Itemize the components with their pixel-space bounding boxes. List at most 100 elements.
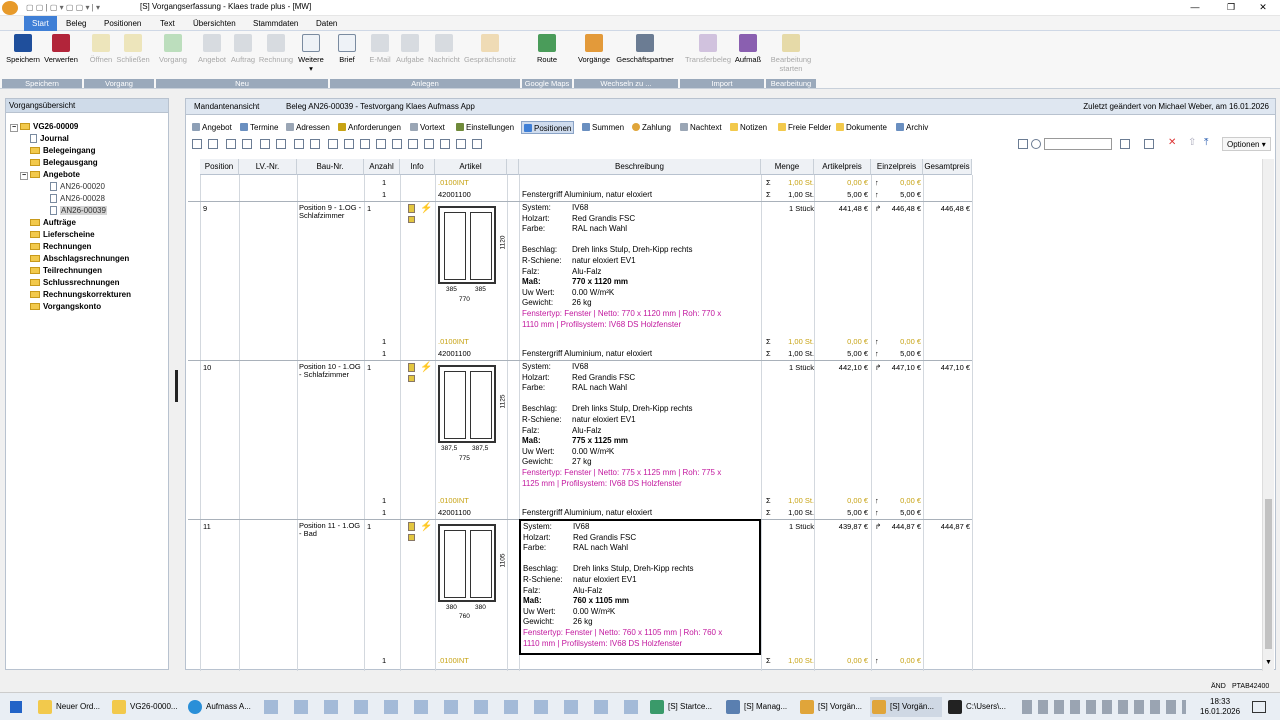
new-angebot-button[interactable]: Angebot: [196, 34, 228, 64]
arrow-up-icon[interactable]: ⇧: [1188, 137, 1196, 148]
info-icon[interactable]: [408, 363, 415, 372]
taskbar-item-vg[interactable]: VG26-0000...: [110, 697, 182, 717]
pos-bau[interactable]: Position 10 - 1.OG - Schlafzimmer: [299, 363, 363, 379]
pos-description[interactable]: System: IV68 Holzart: Red Grandis FSC Farb…: [522, 362, 760, 489]
pos-number[interactable]: 11: [203, 522, 211, 531]
subtab-positionen[interactable]: Positionen: [521, 121, 575, 134]
bearbeitung-starten-button[interactable]: Bearbeitung starten: [768, 34, 814, 73]
tree-item-an26-00028[interactable]: AN26-00028: [50, 193, 105, 205]
taskbar-item-vorgang-2[interactable]: [S] Vorgän...: [870, 697, 942, 717]
new-brief-button[interactable]: Brief: [334, 34, 360, 64]
pos-bau[interactable]: Position 11 - 1.OG - Bad: [299, 522, 363, 538]
col-anzahl[interactable]: Anzahl: [364, 159, 400, 175]
collapse-icon[interactable]: −: [20, 172, 28, 180]
document-icon[interactable]: [1120, 139, 1130, 149]
tab-stammdaten[interactable]: Stammdaten: [245, 16, 306, 31]
tab-uebersichten[interactable]: Übersichten: [185, 16, 244, 31]
pin-icon[interactable]: ⤒: [1204, 137, 1208, 148]
discard-button[interactable]: Verwerfen: [42, 34, 80, 64]
col-lv-nr[interactable]: LV.-Nr.: [239, 159, 297, 175]
subtab-summen[interactable]: Summen: [580, 121, 626, 134]
close-vorgang-button[interactable]: Schließen: [116, 34, 150, 64]
col-artikel[interactable]: Artikel: [435, 159, 507, 175]
tool-icon-6[interactable]: [276, 139, 286, 149]
tree-item-rechnungen[interactable]: Rechnungen: [30, 241, 91, 253]
tool-icon-3[interactable]: [226, 139, 236, 149]
subtab-adressen[interactable]: Adressen: [284, 121, 332, 134]
options-button[interactable]: Optionen ▾: [1222, 137, 1271, 151]
new-aufgabe-button[interactable]: Aufgabe: [394, 34, 426, 64]
tool-icon-7[interactable]: [294, 139, 304, 149]
col-bau-nr[interactable]: Bau-Nr.: [297, 159, 364, 175]
lightning-icon[interactable]: ⚡: [420, 203, 432, 214]
panel-splitter[interactable]: [175, 370, 178, 402]
vertical-scrollbar[interactable]: ▼: [1262, 159, 1274, 671]
new-gespraechsnotiz-button[interactable]: Gesprächsnotiz: [462, 34, 518, 64]
tree-item-angebote[interactable]: − Angebote: [20, 169, 80, 181]
subtab-freie-felder[interactable]: Freie Felder: [776, 121, 833, 134]
tool-icon-10[interactable]: [344, 139, 354, 149]
tool-icon-9[interactable]: [328, 139, 338, 149]
new-auftrag-button[interactable]: Auftrag: [228, 34, 258, 64]
save-button[interactable]: Speichern: [5, 34, 41, 64]
tree-item-abschlagsrechnungen[interactable]: Abschlagsrechnungen: [30, 253, 129, 265]
col-beschreibung[interactable]: Beschreibung: [519, 159, 761, 175]
pinned-apps[interactable]: [264, 700, 644, 714]
taskbar-item-aufmass[interactable]: Aufmass A...: [186, 697, 258, 717]
taskbar-item-explorer[interactable]: Neuer Ord...: [36, 697, 108, 717]
tab-positionen[interactable]: Positionen: [96, 16, 149, 31]
geschaeftspartner-button[interactable]: Geschäftspartner: [613, 34, 677, 64]
subtab-vortext[interactable]: Vortext: [408, 121, 447, 134]
scroll-down-icon[interactable]: ▼: [1265, 659, 1272, 666]
tree-item-belegeingang[interactable]: Belegeingang: [30, 145, 95, 157]
print-icon[interactable]: [1144, 139, 1154, 149]
tray-icons[interactable]: [1022, 700, 1186, 714]
subtab-zahlung[interactable]: Zahlung: [630, 121, 673, 134]
tab-beleg[interactable]: Beleg: [58, 16, 94, 31]
maximize-button[interactable]: ❐: [1214, 0, 1248, 16]
tool-icon-15[interactable]: [424, 139, 434, 149]
tree-item-belegausgang[interactable]: Belegausgang: [30, 157, 98, 169]
subtab-anforderungen[interactable]: Anforderungen: [336, 121, 403, 134]
start-icon[interactable]: [10, 701, 22, 713]
pos-bau[interactable]: Position 9 - 1.OG - Schlafzimmer: [299, 204, 363, 220]
note-icon[interactable]: [408, 375, 415, 382]
pos-anzahl[interactable]: 1: [367, 522, 371, 531]
search-icon[interactable]: [1031, 139, 1041, 149]
pos-description[interactable]: System: IV68 Holzart: Red Grandis FSC Farb…: [522, 203, 760, 330]
tab-start[interactable]: Start: [24, 16, 57, 31]
tree-item-vorgangskonto[interactable]: Vorgangskonto: [30, 301, 101, 313]
tree-item-rechnungskorrekturen[interactable]: Rechnungskorrekturen: [30, 289, 131, 301]
close-button[interactable]: ✕: [1246, 0, 1280, 16]
nav-icon[interactable]: [1018, 139, 1028, 149]
note-icon[interactable]: [408, 216, 415, 223]
collapse-icon[interactable]: −: [10, 124, 18, 132]
taskbar-item-cmd[interactable]: C:\Users\...: [946, 697, 1018, 717]
tool-icon-2[interactable]: [208, 139, 218, 149]
col-artikelpreis[interactable]: Artikelpreis: [814, 159, 871, 175]
tool-icon-13[interactable]: [392, 139, 402, 149]
tool-icon-11[interactable]: [360, 139, 370, 149]
route-button[interactable]: Route: [530, 34, 564, 64]
tool-icon-8[interactable]: [310, 139, 320, 149]
scroll-thumb[interactable]: [1265, 499, 1272, 649]
taskbar-item-vorgang-1[interactable]: [S] Vorgän...: [798, 697, 868, 717]
tree-item-auftraege[interactable]: Aufträge: [30, 217, 76, 229]
clock[interactable]: 18:33 16.01.2026: [1200, 697, 1240, 717]
subtab-archiv[interactable]: Archiv: [894, 121, 930, 134]
tool-icon-5[interactable]: [260, 139, 270, 149]
pos-anzahl[interactable]: 1: [367, 204, 371, 213]
info-icon[interactable]: [408, 204, 415, 213]
tool-icon-17[interactable]: [456, 139, 466, 149]
new-vorgang-button[interactable]: Vorgang: [156, 34, 190, 64]
tool-icon-4[interactable]: [242, 139, 252, 149]
new-rechnung-button[interactable]: Rechnung: [258, 34, 294, 64]
minimize-button[interactable]: —: [1178, 0, 1212, 16]
tree-item-teilrechnungen[interactable]: Teilrechnungen: [30, 265, 102, 277]
col-menge[interactable]: Menge: [761, 159, 814, 175]
subtab-angebot[interactable]: Angebot: [190, 121, 234, 134]
subtab-einstellungen[interactable]: Einstellungen: [454, 121, 516, 134]
info-icon[interactable]: [408, 522, 415, 531]
col-gesamtpreis[interactable]: Gesamtpreis: [923, 159, 972, 175]
aufmass-button[interactable]: Aufmaß: [734, 34, 762, 64]
